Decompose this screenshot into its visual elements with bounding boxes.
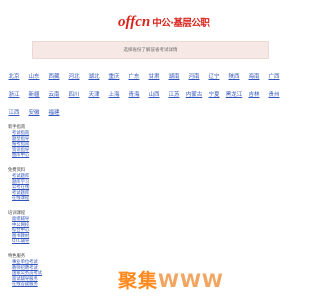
province-link[interactable]: 甘肃	[144, 72, 164, 80]
section-free-materials: 免费资料 考试题库 题库学习 公考在线 考试题库 在线课程	[8, 168, 68, 202]
province-link[interactable]: 黑龙江	[224, 90, 244, 98]
province-link[interactable]: 四川	[64, 90, 84, 98]
province-link[interactable]: 吉林	[244, 90, 264, 98]
province-link[interactable]: 陕西	[224, 72, 244, 80]
prompt-text: 选择省份了解该省考试详情	[123, 48, 178, 53]
section-link[interactable]: OTC辅导	[12, 239, 68, 245]
province-link[interactable]: 新疆	[24, 90, 44, 98]
logo-mark: offcn	[118, 13, 151, 30]
province-link[interactable]: 辽宁	[204, 72, 224, 80]
section-newbie-guide: 新手指南 考试指南 题型指导 报考指南 资讯指导 图库中心	[8, 125, 68, 159]
province-link[interactable]: 海南	[244, 72, 264, 80]
section-link[interactable]: 图库中心	[12, 153, 68, 159]
province-link[interactable]: 河南	[184, 72, 204, 80]
province-link[interactable]: 天津	[84, 90, 104, 98]
province-link[interactable]: 北京	[4, 72, 24, 80]
province-link[interactable]: 宁夏	[204, 90, 224, 98]
province-link[interactable]: 广东	[124, 72, 144, 80]
watermark-cn: 聚集	[118, 270, 159, 292]
province-link[interactable]: 湖北	[84, 72, 104, 80]
province-row-2: 浙江 新疆 云南 四川 天津 上海 青海 山西 江苏 内蒙古 宁夏 黑龙江 吉林…	[4, 90, 284, 98]
province-link[interactable]: 江西	[4, 108, 24, 116]
province-link[interactable]: 内蒙古	[184, 90, 204, 98]
province-link[interactable]: 上海	[104, 90, 124, 98]
province-link[interactable]: 云南	[44, 90, 64, 98]
section-link[interactable]: 在线答疑服务	[12, 282, 68, 288]
province-row-1: 北京 山东 西藏 河北 湖北 重庆 广东 甘肃 湖南 河南 辽宁 陕西 海南 广…	[4, 72, 284, 80]
offcn-logo[interactable]: offcn 中公·基层公职	[118, 12, 210, 32]
province-link[interactable]: 安徽	[24, 108, 44, 116]
province-link[interactable]: 贵州	[264, 90, 284, 98]
province-link[interactable]: 福建	[44, 108, 64, 116]
province-link[interactable]: 河北	[64, 72, 84, 80]
logo-text: 中公·基层公职	[152, 18, 210, 29]
section-featured-services: 特色服务 事业单位考试 教师招聘考试 国家公务员考试 面试辅导服务 在线答疑服务	[8, 254, 68, 288]
section-link[interactable]: 在线课程	[12, 196, 68, 202]
province-link[interactable]: 重庆	[104, 72, 124, 80]
province-link[interactable]: 青海	[124, 90, 144, 98]
province-link[interactable]: 江苏	[164, 90, 184, 98]
province-link[interactable]: 浙江	[4, 90, 24, 98]
section-training-courses: 培训课程 面授辅导 中公网校 综合中心 图书教材 OTC辅导	[8, 211, 68, 245]
province-link[interactable]: 山东	[24, 72, 44, 80]
province-link[interactable]: 西藏	[44, 72, 64, 80]
province-link[interactable]: 山西	[144, 90, 164, 98]
province-link[interactable]: 广西	[264, 72, 284, 80]
province-prompt-banner: 选择省份了解该省考试详情	[32, 41, 269, 59]
province-link[interactable]: 湖南	[164, 72, 184, 80]
province-row-3: 江西 安徽 福建	[4, 108, 64, 116]
watermark-www: WWW	[158, 270, 224, 292]
watermark: 聚集WWW	[118, 266, 224, 293]
